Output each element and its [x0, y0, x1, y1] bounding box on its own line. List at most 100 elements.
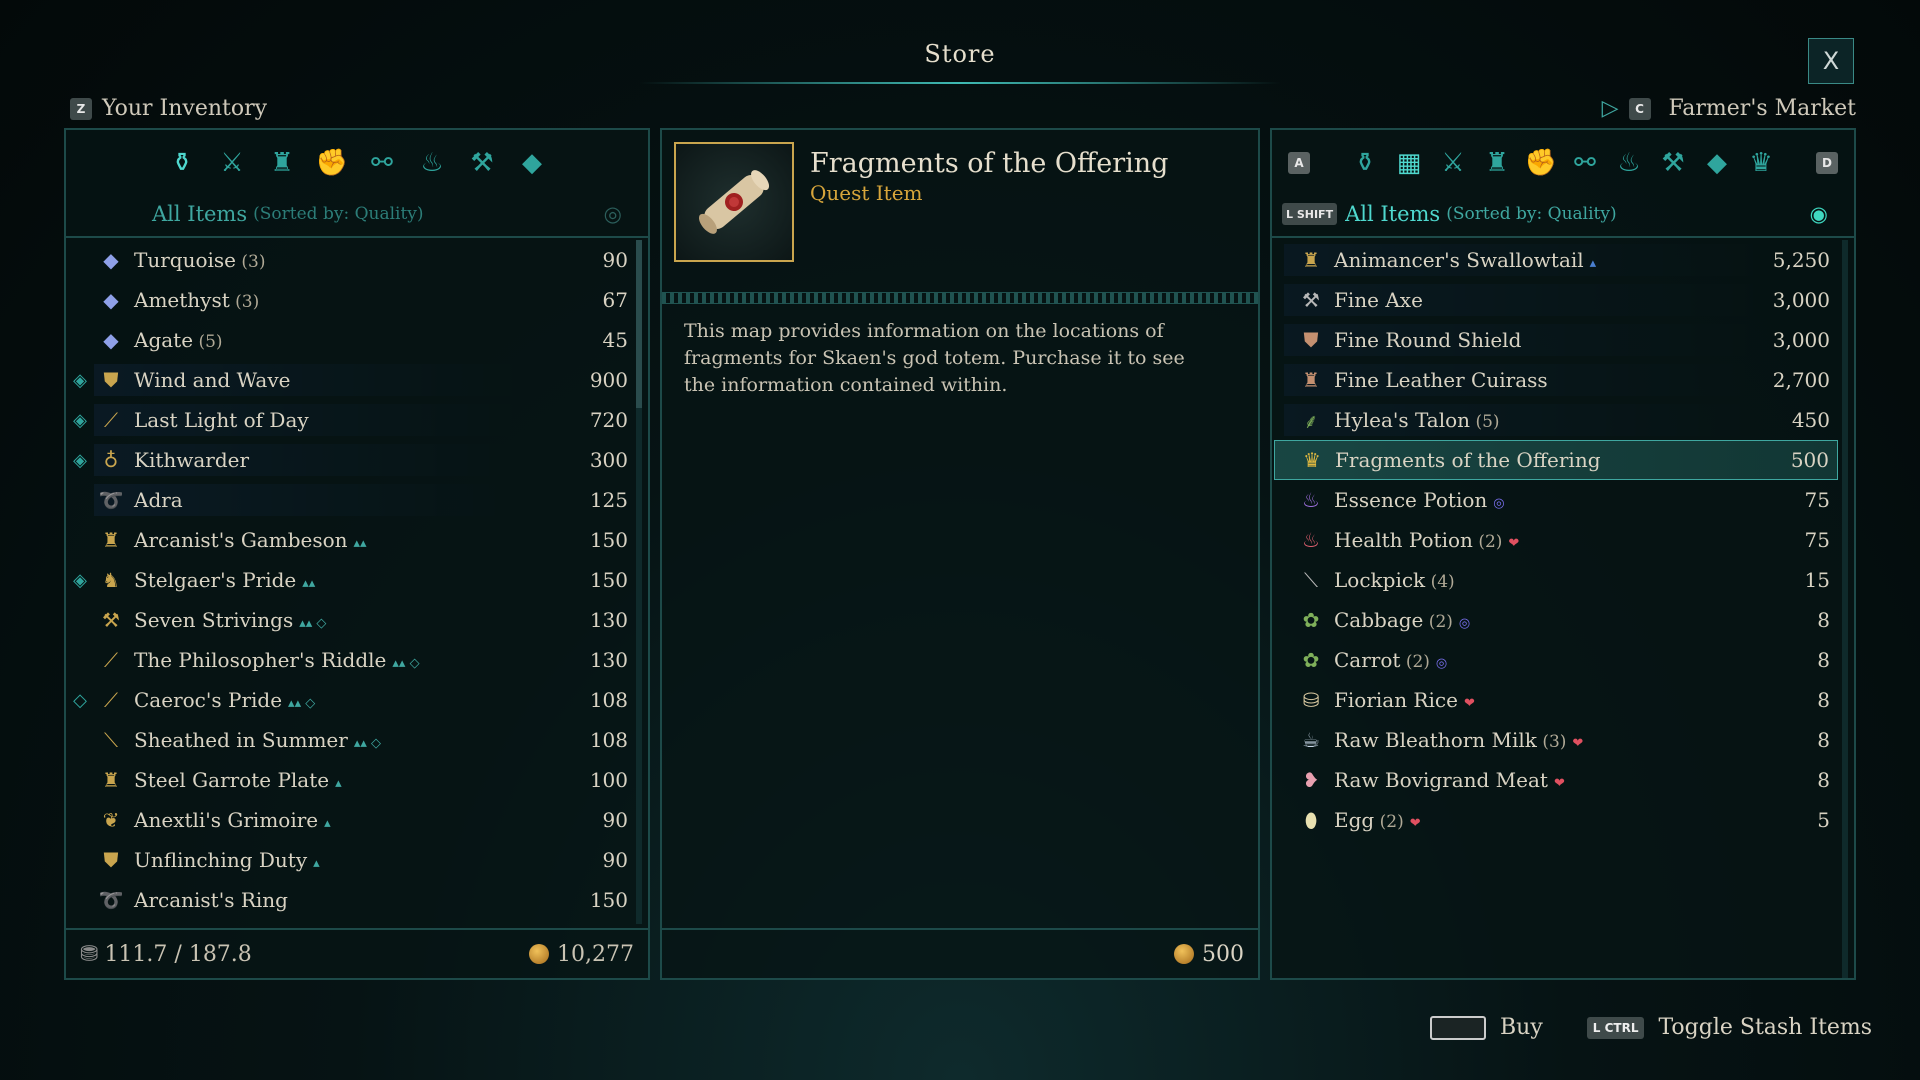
item-name-text: Essence Potion	[1334, 488, 1488, 512]
list-item[interactable]: ⛊ Fine Round Shield 3,000	[1274, 320, 1838, 360]
item-price: 45	[602, 328, 628, 352]
list-item[interactable]: ◆ Turquoise (3) 90	[66, 240, 636, 280]
list-item[interactable]: ❦ Anextli's Grimoire ▴ 90	[66, 800, 636, 840]
item-price: 130	[589, 608, 628, 632]
list-item[interactable]: ◈ ♞ Stelgaer's Pride ▴▴ 150	[66, 560, 636, 600]
weight-display: ⛃ 111.7 / 187.8	[80, 942, 252, 967]
list-item[interactable]: ♜ Animancer's Swallowtail ▴ 5,250	[1274, 240, 1838, 280]
item-trait-icon: ▴	[313, 856, 320, 871]
item-name: Lockpick (4)	[1328, 568, 1758, 592]
item-name: Sheathed in Summer ▴▴ ◇	[128, 728, 556, 752]
anvil-icon[interactable]: ⚒	[464, 145, 500, 181]
chest-icon[interactable]: ▦	[1391, 145, 1427, 181]
item-name-text: Raw Bleathorn Milk	[1334, 728, 1537, 752]
list-item[interactable]: ◈ ♁ Kithwarder 300	[66, 440, 636, 480]
item-trait-icon: ▴	[1589, 256, 1597, 271]
weight-icon: ⛃	[80, 941, 99, 967]
list-item[interactable]: ◈ ⟋ Last Light of Day 720	[66, 400, 636, 440]
item-trait-icon: ❤	[1409, 816, 1421, 831]
item-price: 2,700	[1772, 368, 1830, 392]
item-name-text: Seven Strivings	[134, 608, 294, 632]
list-item[interactable]: ♨ Health Potion (2) ❤ 75	[1274, 520, 1838, 560]
list-item[interactable]: ✿ Cabbage (2) ◎ 8	[1274, 600, 1838, 640]
list-item[interactable]: ➰ Adra 125	[66, 480, 636, 520]
item-icon: ➰	[98, 488, 124, 512]
armor-icon[interactable]: ♜	[1479, 145, 1515, 181]
rings-icon[interactable]: ⚯	[364, 145, 400, 181]
list-item[interactable]: ♨ Essence Potion ◎ 75	[1274, 480, 1838, 520]
filter-icon[interactable]: ◎	[604, 202, 622, 226]
item-name-text: Turquoise	[134, 248, 237, 272]
list-item[interactable]: ❥ Raw Bovigrand Meat ❤ 8	[1274, 760, 1838, 800]
item-price: 8	[1817, 648, 1830, 672]
item-icon: ☕	[1302, 728, 1320, 752]
list-item[interactable]: ◆ Amethyst (3) 67	[66, 280, 636, 320]
list-item[interactable]: ◆ Agate (5) 45	[66, 320, 636, 360]
item-price: 300	[589, 448, 628, 472]
item-name: Last Light of Day	[128, 408, 556, 432]
item-name-text: Egg	[1334, 808, 1375, 832]
sword-icon[interactable]: ⚔	[1435, 145, 1471, 181]
item-quantity: (2)	[1400, 652, 1430, 672]
anvil-icon[interactable]: ⚒	[1655, 145, 1691, 181]
item-price: 90	[602, 248, 628, 272]
item-name-text: Fine Round Shield	[1334, 328, 1522, 352]
list-item[interactable]: ⛊ Unflinching Duty ▴ 90	[66, 840, 636, 880]
list-item[interactable]: ➰ Arcanist's Ring 150	[66, 880, 636, 920]
list-item[interactable]: ⚒ Seven Strivings ▴▴ ◇ 130	[66, 600, 636, 640]
inventory-scrollbar[interactable]	[636, 240, 642, 924]
bag-icon[interactable]: ⚱	[164, 145, 200, 181]
list-item[interactable]: ⟍ Lockpick (4) 15	[1274, 560, 1838, 600]
toggle-stash-hint[interactable]: Toggle Stash Items	[1658, 1015, 1872, 1040]
list-item[interactable]: ♜ Fine Leather Cuirass 2,700	[1274, 360, 1838, 400]
list-item[interactable]: ☕ Raw Bleathorn Milk (3) ❤ 8	[1274, 720, 1838, 760]
list-item[interactable]: ⟍ Sheathed in Summer ▴▴ ◇ 108	[66, 720, 636, 760]
close-button[interactable]: X	[1808, 38, 1854, 84]
list-item[interactable]: ◈ ⛊ Wind and Wave 900	[66, 360, 636, 400]
item-name: Arcanist's Gambeson ▴▴	[128, 528, 556, 552]
list-item[interactable]: ✿ Carrot (2) ◎ 8	[1274, 640, 1838, 680]
armor-icon[interactable]: ♜	[264, 145, 300, 181]
list-item[interactable]: ♜ Steel Garrote Plate ▴ 100	[66, 760, 636, 800]
list-item[interactable]: ◇ ⟋ Caeroc's Pride ▴▴ ◇ 108	[66, 680, 636, 720]
rings-icon[interactable]: ⚯	[1567, 145, 1603, 181]
item-trait-icon: ▴	[335, 776, 342, 791]
potion-icon[interactable]: ♨	[414, 145, 450, 181]
potion-icon[interactable]: ♨	[1611, 145, 1647, 181]
list-item[interactable]: ⚒ Fine Axe 3,000	[1274, 280, 1838, 320]
item-trait-icon: ❤	[1508, 536, 1520, 551]
favorite-marker-icon: ◈	[73, 369, 87, 391]
item-price: 3,000	[1772, 328, 1830, 352]
list-item[interactable]: ⟋ The Philosopher's Riddle ▴▴ ◇ 130	[66, 640, 636, 680]
sword-icon[interactable]: ⚔	[214, 145, 250, 181]
item-name: Essence Potion ◎	[1328, 488, 1758, 512]
gem-icon[interactable]: ◆	[514, 145, 550, 181]
filter-icon[interactable]: ◉	[1810, 202, 1828, 226]
list-item[interactable]: ⬮ Egg (2) ❤ 5	[1274, 800, 1838, 840]
vendor-scrollbar[interactable]	[1842, 240, 1848, 978]
detail-header: Fragments of the Offering Quest Item	[674, 142, 1246, 262]
coin-icon	[529, 943, 550, 964]
item-trait-icon: ▴▴ ◇	[299, 616, 327, 631]
item-icon: ⸙	[1303, 408, 1319, 433]
scroll-thumb[interactable]	[636, 240, 642, 408]
gem-icon[interactable]: ◆	[1699, 145, 1735, 181]
gauntlet-icon[interactable]: ✊	[314, 145, 350, 181]
list-item[interactable]: ♜ Arcanist's Gambeson ▴▴ 150	[66, 520, 636, 560]
item-icon: ➰	[98, 888, 124, 912]
vendor-sort[interactable]: L SHIFT All Items (Sorted by: Quality) ◉	[1272, 196, 1854, 232]
inventory-sort[interactable]: All Items (Sorted by: Quality) ◎	[66, 196, 648, 232]
list-item[interactable]: ⸙ Hylea's Talon (5) 450	[1274, 400, 1838, 440]
list-item[interactable]: ♛ Fragments of the Offering 500	[1274, 440, 1838, 480]
item-name: Unflinching Duty ▴	[128, 848, 556, 872]
weight-value: 111.7 / 187.8	[104, 941, 252, 967]
gauntlet-icon[interactable]: ✊	[1523, 145, 1559, 181]
favorite-marker-icon: ◇	[73, 689, 87, 711]
buy-hint[interactable]: Buy	[1500, 1015, 1543, 1040]
crown-icon[interactable]: ♛	[1743, 145, 1779, 181]
item-price: 15	[1804, 568, 1830, 592]
list-item[interactable]: ⛁ Fiorian Rice ❤ 8	[1274, 680, 1838, 720]
item-name-text: Agate	[134, 328, 194, 352]
bag-icon[interactable]: ⚱	[1347, 145, 1383, 181]
item-name: Animancer's Swallowtail ▴	[1328, 248, 1758, 272]
